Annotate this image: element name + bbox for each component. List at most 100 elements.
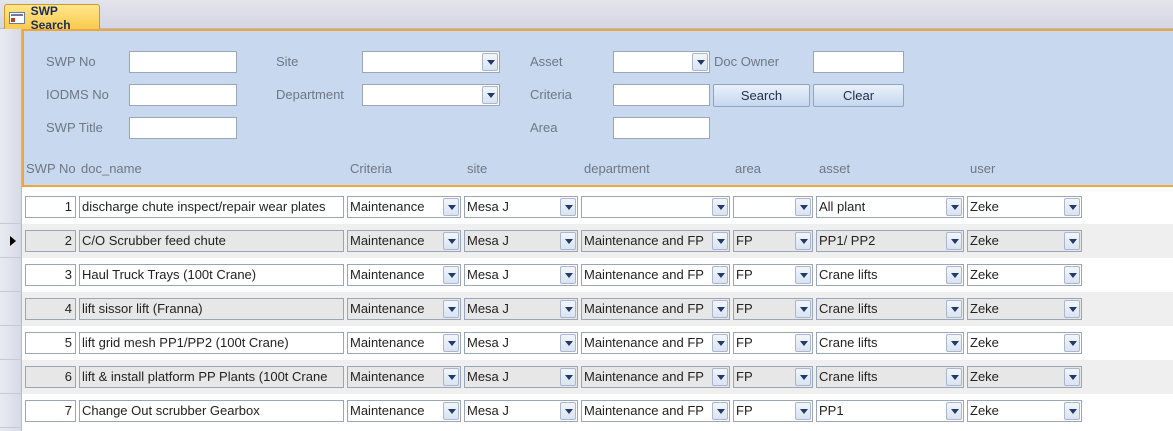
- chevron-down-icon[interactable]: [795, 334, 811, 352]
- record-selector[interactable]: [0, 190, 22, 224]
- chevron-down-icon[interactable]: [712, 232, 728, 250]
- department-cell[interactable]: Maintenance and FP: [581, 230, 730, 252]
- area-cell[interactable]: FP: [733, 400, 813, 422]
- chevron-down-icon[interactable]: [712, 368, 728, 386]
- chevron-down-icon[interactable]: [946, 232, 962, 250]
- chevron-down-icon[interactable]: [560, 402, 576, 420]
- criteria-cell[interactable]: Maintenance: [347, 196, 461, 218]
- iodms-no-input[interactable]: [129, 84, 237, 106]
- doc-name-cell[interactable]: Change Out scrubber Gearbox: [79, 400, 344, 422]
- chevron-down-icon[interactable]: [946, 402, 962, 420]
- chevron-down-icon[interactable]: [443, 402, 459, 420]
- chevron-down-icon[interactable]: [946, 300, 962, 318]
- record-selector[interactable]: [0, 360, 22, 394]
- chevron-down-icon[interactable]: [1064, 232, 1080, 250]
- chevron-down-icon[interactable]: [443, 232, 459, 250]
- department-cell[interactable]: Maintenance and FP: [581, 366, 730, 388]
- site-cell[interactable]: Mesa J: [464, 230, 578, 252]
- asset-cell[interactable]: Crane lifts: [816, 264, 964, 286]
- area-cell[interactable]: FP: [733, 332, 813, 354]
- user-cell[interactable]: Zeke: [967, 264, 1082, 286]
- user-cell[interactable]: Zeke: [967, 230, 1082, 252]
- chevron-down-icon[interactable]: [712, 198, 728, 216]
- chevron-down-icon[interactable]: [712, 402, 728, 420]
- user-cell[interactable]: Zeke: [967, 196, 1082, 218]
- chevron-down-icon[interactable]: [560, 232, 576, 250]
- department-combo[interactable]: [362, 84, 500, 106]
- record-selector[interactable]: [0, 394, 22, 428]
- tab-swp-search[interactable]: SWP Search: [4, 4, 100, 32]
- swp-no-cell[interactable]: 4: [25, 298, 76, 320]
- chevron-down-icon[interactable]: [443, 334, 459, 352]
- site-cell[interactable]: Mesa J: [464, 196, 578, 218]
- chevron-down-icon[interactable]: [482, 53, 498, 71]
- criteria-cell[interactable]: Maintenance: [347, 332, 461, 354]
- swp-no-input[interactable]: [129, 51, 237, 73]
- site-cell[interactable]: Mesa J: [464, 332, 578, 354]
- asset-cell[interactable]: Crane lifts: [816, 366, 964, 388]
- chevron-down-icon[interactable]: [692, 53, 708, 71]
- chevron-down-icon[interactable]: [795, 232, 811, 250]
- record-selector[interactable]: [0, 326, 22, 360]
- chevron-down-icon[interactable]: [443, 266, 459, 284]
- record-selector[interactable]: [0, 224, 22, 258]
- doc-owner-input[interactable]: [813, 51, 904, 73]
- chevron-down-icon[interactable]: [946, 334, 962, 352]
- department-cell[interactable]: Maintenance and FP: [581, 400, 730, 422]
- chevron-down-icon[interactable]: [946, 198, 962, 216]
- swp-no-cell[interactable]: 2: [25, 230, 76, 252]
- clear-button[interactable]: Clear: [813, 84, 904, 107]
- chevron-down-icon[interactable]: [795, 300, 811, 318]
- chevron-down-icon[interactable]: [1064, 300, 1080, 318]
- user-cell[interactable]: Zeke: [967, 332, 1082, 354]
- swp-no-cell[interactable]: 7: [25, 400, 76, 422]
- chevron-down-icon[interactable]: [946, 368, 962, 386]
- criteria-input[interactable]: [613, 84, 710, 106]
- asset-cell[interactable]: PP1: [816, 400, 964, 422]
- site-cell[interactable]: Mesa J: [464, 264, 578, 286]
- user-cell[interactable]: Zeke: [967, 366, 1082, 388]
- doc-name-cell[interactable]: lift sissor lift (Franna): [79, 298, 344, 320]
- criteria-cell[interactable]: Maintenance: [347, 366, 461, 388]
- site-cell[interactable]: Mesa J: [464, 400, 578, 422]
- chevron-down-icon[interactable]: [482, 86, 498, 104]
- department-cell[interactable]: Maintenance and FP: [581, 332, 730, 354]
- asset-combo[interactable]: [613, 51, 710, 73]
- department-cell[interactable]: [581, 196, 730, 218]
- doc-name-cell[interactable]: Haul Truck Trays (100t Crane): [79, 264, 344, 286]
- swp-no-cell[interactable]: 1: [25, 196, 76, 218]
- search-button[interactable]: Search: [713, 84, 810, 107]
- user-cell[interactable]: Zeke: [967, 400, 1082, 422]
- criteria-cell[interactable]: Maintenance: [347, 400, 461, 422]
- chevron-down-icon[interactable]: [560, 300, 576, 318]
- chevron-down-icon[interactable]: [1064, 402, 1080, 420]
- asset-cell[interactable]: PP1/ PP2: [816, 230, 964, 252]
- swp-no-cell[interactable]: 3: [25, 264, 76, 286]
- area-cell[interactable]: FP: [733, 298, 813, 320]
- chevron-down-icon[interactable]: [1064, 334, 1080, 352]
- user-cell[interactable]: Zeke: [967, 298, 1082, 320]
- chevron-down-icon[interactable]: [560, 266, 576, 284]
- asset-cell[interactable]: All plant: [816, 196, 964, 218]
- chevron-down-icon[interactable]: [560, 198, 576, 216]
- chevron-down-icon[interactable]: [443, 300, 459, 318]
- department-cell[interactable]: Maintenance and FP: [581, 264, 730, 286]
- chevron-down-icon[interactable]: [1064, 368, 1080, 386]
- area-input[interactable]: [613, 117, 710, 139]
- chevron-down-icon[interactable]: [1064, 266, 1080, 284]
- chevron-down-icon[interactable]: [795, 402, 811, 420]
- chevron-down-icon[interactable]: [795, 266, 811, 284]
- area-cell[interactable]: FP: [733, 264, 813, 286]
- doc-name-cell[interactable]: discharge chute inspect/repair wear plat…: [79, 196, 344, 218]
- record-selector[interactable]: [0, 258, 22, 292]
- chevron-down-icon[interactable]: [560, 368, 576, 386]
- area-cell[interactable]: FP: [733, 230, 813, 252]
- doc-name-cell[interactable]: lift grid mesh PP1/PP2 (100t Crane): [79, 332, 344, 354]
- asset-cell[interactable]: Crane lifts: [816, 332, 964, 354]
- swp-title-input[interactable]: [129, 117, 237, 139]
- chevron-down-icon[interactable]: [712, 266, 728, 284]
- chevron-down-icon[interactable]: [795, 198, 811, 216]
- doc-name-cell[interactable]: C/O Scrubber feed chute: [79, 230, 344, 252]
- chevron-down-icon[interactable]: [795, 368, 811, 386]
- site-combo[interactable]: [362, 51, 500, 73]
